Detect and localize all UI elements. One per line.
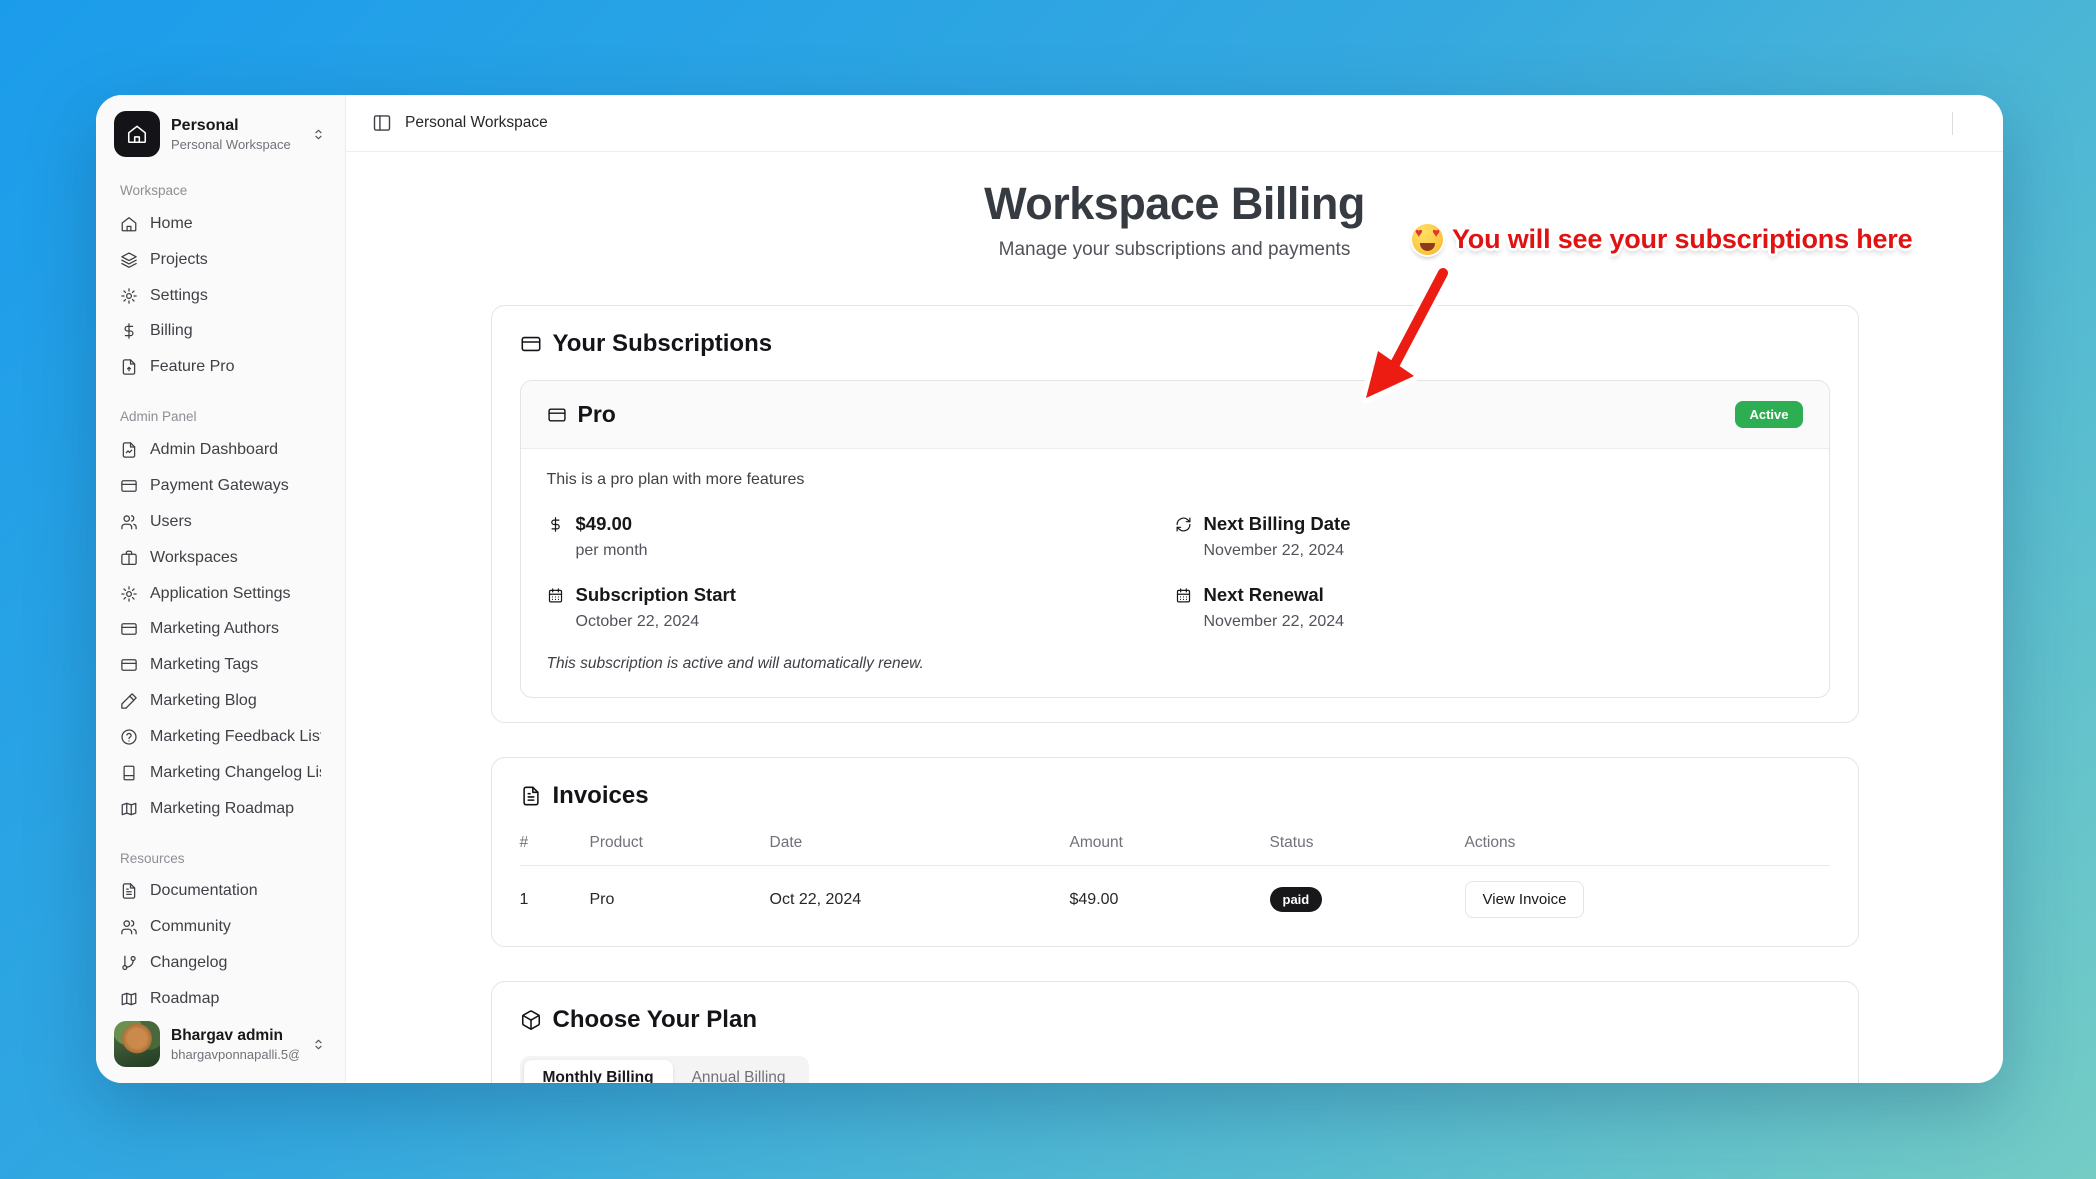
credit-card-icon — [547, 405, 567, 425]
invoices-card: Invoices # Product Date Amount Status Ac… — [491, 757, 1859, 947]
credit-card-icon — [520, 333, 542, 355]
plan-description: This is a pro plan with more features — [547, 471, 1803, 489]
section-label-workspace: Workspace — [120, 183, 321, 198]
map-icon — [120, 800, 138, 818]
pen-icon — [120, 692, 138, 710]
git-branch-icon — [120, 954, 138, 972]
sidebar-item-feature-pro[interactable]: Feature Pro — [110, 349, 331, 385]
chevrons-up-down-icon — [310, 126, 327, 143]
sidebar-item-workspaces[interactable]: Workspaces — [110, 540, 331, 576]
package-icon — [520, 1009, 542, 1031]
breadcrumb: Personal Workspace — [405, 114, 548, 132]
status-badge: Active — [1735, 401, 1802, 428]
calendar-icon — [547, 587, 564, 604]
invoices-table: # Product Date Amount Status Actions 1 P… — [520, 834, 1830, 922]
workspace-logo-icon — [114, 111, 160, 157]
sidebar-item-marketing-authors[interactable]: Marketing Authors — [110, 611, 331, 647]
plan-name: Pro — [578, 401, 616, 428]
heart-eyes-emoji-icon: ♥♥ — [1412, 224, 1443, 255]
table-row: 1 Pro Oct 22, 2024 $49.00 paid View Invo… — [520, 866, 1830, 922]
choose-plan-title: Choose Your Plan — [553, 1006, 757, 1034]
sidebar-item-marketing-changelog-list[interactable]: Marketing Changelog List — [110, 755, 331, 791]
plan-fact-start: Subscription Start October 22, 2024 — [547, 584, 1175, 631]
view-invoice-button[interactable]: View Invoice — [1465, 881, 1585, 918]
credit-card-icon — [120, 620, 138, 638]
file-arrow-icon — [120, 358, 138, 376]
dollar-icon — [120, 322, 138, 340]
chevrons-up-down-icon — [310, 1036, 327, 1053]
calendar-icon — [1175, 587, 1192, 604]
annotation-arrow-icon — [1338, 258, 1468, 418]
layers-icon — [120, 251, 138, 269]
section-label-admin-panel: Admin Panel — [120, 409, 321, 424]
workspace-subtitle: Personal Workspace — [171, 137, 299, 152]
gear-icon — [120, 585, 138, 603]
sidebar-item-changelog[interactable]: Changelog — [110, 945, 331, 981]
credit-card-icon — [120, 477, 138, 495]
tab-monthly-billing[interactable]: Monthly Billing — [524, 1060, 673, 1083]
plan-note: This subscription is active and will aut… — [547, 655, 1803, 673]
invoice-date: Oct 22, 2024 — [770, 891, 1070, 909]
invoice-amount: $49.00 — [1070, 891, 1270, 909]
invoice-number: 1 — [520, 891, 590, 909]
user-email: bhargavponnapalli.5@g… — [171, 1047, 299, 1062]
credit-card-icon — [120, 656, 138, 674]
invoices-title: Invoices — [553, 782, 649, 810]
avatar — [114, 1021, 160, 1067]
tab-annual-billing[interactable]: Annual Billing — [673, 1060, 805, 1083]
briefcase-icon — [120, 549, 138, 567]
workspace-name: Personal — [171, 117, 299, 135]
users-icon — [120, 918, 138, 936]
subscriptions-card: Your Subscriptions Pro Active This is a … — [491, 305, 1859, 723]
sidebar-item-application-settings[interactable]: Application Settings — [110, 576, 331, 612]
page-content: Workspace Billing Manage your subscripti… — [346, 152, 2003, 1083]
user-name: Bhargav admin — [171, 1027, 299, 1045]
top-bar: Personal Workspace — [346, 95, 2003, 152]
subscriptions-title: Your Subscriptions — [553, 330, 773, 358]
user-menu[interactable]: Bhargav admin bhargavponnapalli.5@g… — [110, 1017, 331, 1071]
file-text-icon — [520, 785, 542, 807]
plan-fact-price: $49.00 per month — [547, 513, 1175, 560]
sidebar-item-home[interactable]: Home — [110, 206, 331, 242]
sidebar-item-documentation[interactable]: Documentation — [110, 874, 331, 910]
annotation-callout: ♥♥ You will see your subscriptions here — [1412, 224, 1912, 255]
help-circle-icon — [120, 728, 138, 746]
sidebar-item-roadmap[interactable]: Roadmap — [110, 981, 331, 1017]
dollar-icon — [547, 516, 564, 533]
file-text-icon — [120, 882, 138, 900]
invoice-product: Pro — [590, 891, 770, 909]
sidebar-item-settings[interactable]: Settings — [110, 278, 331, 314]
sidebar-item-users[interactable]: Users — [110, 504, 331, 540]
section-label-resources: Resources — [120, 851, 321, 866]
sidebar-item-payment-gateways[interactable]: Payment Gateways — [110, 468, 331, 504]
plan-fact-renewal: Next Renewal November 22, 2024 — [1175, 584, 1803, 631]
users-icon — [120, 513, 138, 531]
plan-card: Pro Active This is a pro plan with more … — [520, 380, 1830, 698]
page-title: Workspace Billing — [491, 178, 1859, 230]
billing-period-tabs: Monthly Billing Annual Billing — [520, 1056, 809, 1083]
sidebar: Personal Personal Workspace Workspace Ho… — [96, 95, 346, 1083]
gear-icon — [120, 287, 138, 305]
notebook-icon — [120, 764, 138, 782]
sidebar-item-marketing-roadmap[interactable]: Marketing Roadmap — [110, 791, 331, 827]
home-icon — [120, 215, 138, 233]
sidebar-item-marketing-feedback-list[interactable]: Marketing Feedback List — [110, 719, 331, 755]
annotation-text: You will see your subscriptions here — [1452, 224, 1912, 255]
panel-left-icon[interactable] — [372, 113, 392, 133]
workspace-switcher[interactable]: Personal Personal Workspace — [110, 109, 331, 159]
sidebar-item-marketing-tags[interactable]: Marketing Tags — [110, 647, 331, 683]
sidebar-item-marketing-blog[interactable]: Marketing Blog — [110, 683, 331, 719]
topbar-divider — [1952, 112, 1953, 135]
sidebar-item-billing[interactable]: Billing — [110, 314, 331, 350]
sidebar-item-admin-dashboard[interactable]: Admin Dashboard — [110, 432, 331, 468]
sidebar-item-community[interactable]: Community — [110, 909, 331, 945]
plan-fact-next-billing: Next Billing Date November 22, 2024 — [1175, 513, 1803, 560]
choose-plan-card: Choose Your Plan Monthly Billing Annual … — [491, 981, 1859, 1083]
invoices-table-header: # Product Date Amount Status Actions — [520, 834, 1830, 866]
map-icon — [120, 990, 138, 1008]
sidebar-item-projects[interactable]: Projects — [110, 242, 331, 278]
file-chart-icon — [120, 441, 138, 459]
refresh-icon — [1175, 516, 1192, 533]
paid-badge: paid — [1270, 887, 1323, 912]
